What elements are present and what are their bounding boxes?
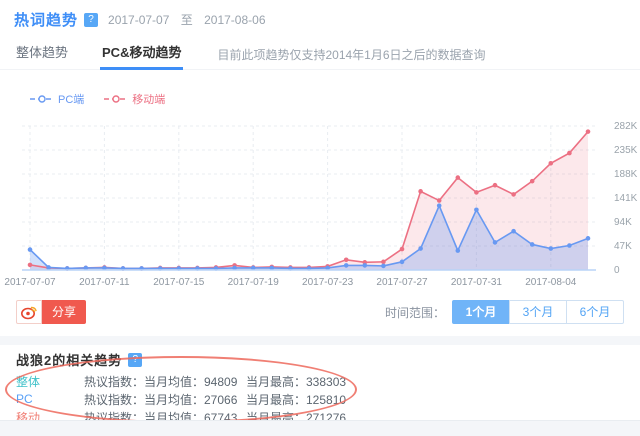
x-tick-label: 2017-07-15 <box>142 277 216 288</box>
legend-marker-icon <box>104 94 128 104</box>
weibo-icon <box>16 300 42 324</box>
time-range-group: 时间范围： 1个月3个月6个月 <box>385 300 624 324</box>
row-monthly-max: 当月最高：338303 <box>246 373 346 390</box>
date-start: 2017-07-07 <box>108 13 169 27</box>
footer-strip <box>0 420 640 436</box>
trend-chart[interactable]: 047K94K141K188K235K282K 2017-07-072017-0… <box>0 108 640 298</box>
y-tick-label: 141K <box>614 193 637 204</box>
date-separator: 至 <box>181 13 193 27</box>
time-range-buttons: 1个月3个月6个月 <box>453 300 624 324</box>
legend-label: PC端 <box>58 91 84 107</box>
tab-1[interactable]: PC&移动趋势 <box>102 40 181 70</box>
related-table: 整体热议指数：当月均值：94809当月最高：338303PC热议指数：当月均值：… <box>16 372 624 426</box>
chart-legend: PC端 移动端 <box>30 91 185 107</box>
time-range-button-1[interactable]: 3个月 <box>509 300 567 324</box>
chart-canvas[interactable] <box>8 112 608 292</box>
legend-label: 移动端 <box>132 91 165 107</box>
legend-marker-icon <box>30 94 54 104</box>
x-tick-label: 2017-07-31 <box>439 277 513 288</box>
related-trends-section: 战狼2的相关趋势 ? 整体热议指数：当月均值：94809当月最高：338303P… <box>0 345 640 420</box>
help-icon[interactable]: ? <box>128 353 142 367</box>
time-range-button-2[interactable]: 6个月 <box>566 300 624 324</box>
x-tick-label: 2017-07-11 <box>67 277 141 288</box>
row-monthly-average: 热议指数：当月均值：94809 <box>84 373 246 390</box>
x-tick-label: 2017-07-19 <box>216 277 290 288</box>
y-tick-label: 47K <box>614 241 632 252</box>
weibo-share-button[interactable]: 分享 <box>16 300 86 324</box>
y-tick-label: 94K <box>614 217 632 228</box>
x-tick-label: 2017-07-23 <box>291 277 365 288</box>
y-tick-label: 282K <box>614 121 637 132</box>
hot-word-trend-panel: 热词趋势 ? 2017-07-07 至 2017-08-06 整体趋势 PC&移动… <box>0 0 640 436</box>
tabs: 整体趋势 PC&移动趋势 <box>16 40 215 70</box>
y-tick-label: 0 <box>614 265 620 276</box>
x-tick-label: 2017-07-27 <box>365 277 439 288</box>
y-tick-label: 235K <box>614 145 637 156</box>
legend-item-1[interactable]: 移动端 <box>104 91 165 107</box>
row-monthly-average: 热议指数：当月均值：27066 <box>84 391 246 408</box>
related-title: 战狼2的相关趋势 <box>16 350 122 369</box>
x-tick-label: 2017-08-04 <box>514 277 588 288</box>
legend-item-0[interactable]: PC端 <box>30 91 84 107</box>
help-icon[interactable]: ? <box>84 13 98 27</box>
time-range-label: 时间范围： <box>385 304 445 321</box>
tab-0[interactable]: 整体趋势 <box>16 40 68 70</box>
row-label: 整体 <box>16 373 84 390</box>
tab-bar: 整体趋势 PC&移动趋势 目前此项趋势仅支持2014年1月6日之后的数据查询 <box>0 40 640 70</box>
share-label: 分享 <box>42 300 86 324</box>
date-range: 2017-07-07 至 2017-08-06 <box>108 11 265 28</box>
tab-notice: 目前此项趋势仅支持2014年1月6日之后的数据查询 <box>217 46 485 63</box>
date-end: 2017-08-06 <box>204 13 265 27</box>
x-tick-label: 2017-07-07 <box>0 277 67 288</box>
page-title: 热词趋势 <box>14 9 78 30</box>
time-range-button-0[interactable]: 1个月 <box>452 300 510 324</box>
y-tick-label: 188K <box>614 169 637 180</box>
section-divider <box>0 336 640 345</box>
row-label: PC <box>16 392 84 406</box>
controls-row: 分享 时间范围： 1个月3个月6个月 <box>16 299 624 325</box>
table-row: 整体热议指数：当月均值：94809当月最高：338303 <box>16 372 624 390</box>
row-monthly-max: 当月最高：125810 <box>246 391 346 408</box>
header: 热词趋势 ? 2017-07-07 至 2017-08-06 <box>14 9 266 30</box>
table-row: PC热议指数：当月均值：27066当月最高：125810 <box>16 390 624 408</box>
